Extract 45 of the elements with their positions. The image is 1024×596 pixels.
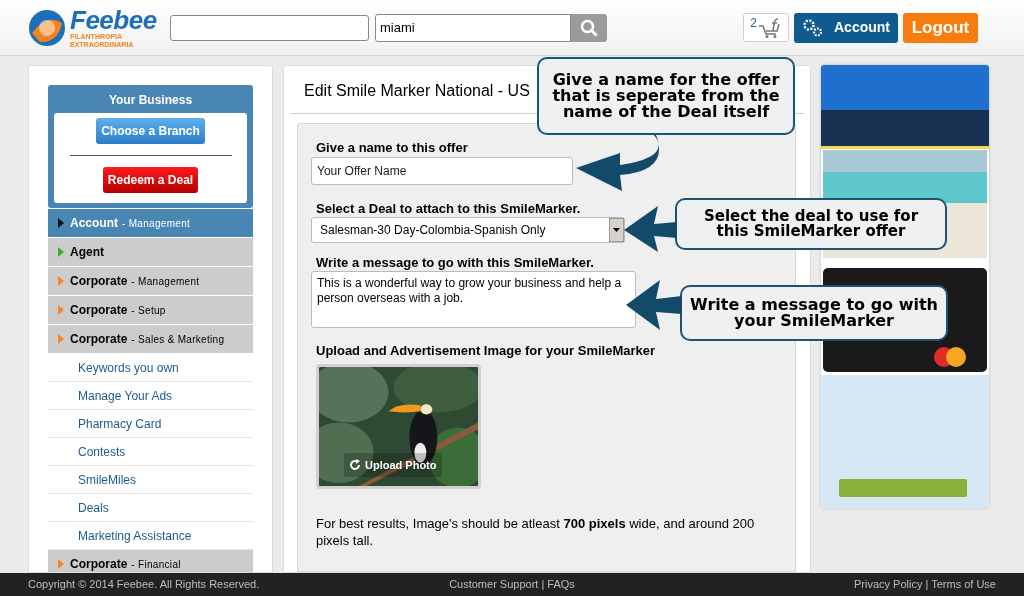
page-title: Edit Smile Marker National - US <box>304 81 530 101</box>
upload-photo-button[interactable]: Upload Photo <box>344 453 442 477</box>
search-field[interactable] <box>170 14 369 41</box>
offer-name-field[interactable]: Your Offer Name <box>311 157 573 185</box>
gears-icon <box>802 17 824 38</box>
nav-item[interactable]: Corporate - Financial <box>48 550 253 572</box>
cart-icon <box>757 16 782 39</box>
sidebar-link[interactable]: SmileMiles <box>78 470 136 489</box>
callout-bubble: Select the deal to use for this SmileMarker offer <box>675 198 947 250</box>
left-arrow-icon <box>626 280 682 330</box>
nav-item[interactable]: Account - Management <box>48 209 253 237</box>
sidebar-link[interactable]: Marketing Assistance <box>78 526 192 545</box>
location-field[interactable]: miami <box>375 13 571 42</box>
search-button[interactable] <box>571 13 607 42</box>
field-label: Write a message to go with this SmileMarker. <box>315 255 594 271</box>
dropdown-caret-icon <box>609 218 624 242</box>
sidebar-link[interactable]: Deals <box>78 498 109 517</box>
copyright-text: Copyright © 2014 Feebee. All Rights Reserved. <box>28 577 261 593</box>
callout-bubble: Give a name for the offer that is seperate from the name of the Deal itself <box>537 57 795 135</box>
field-label: Upload and Advertisement Image for your SmileMarker <box>315 343 657 359</box>
sidebar-link[interactable]: Keywords you own <box>78 358 179 377</box>
globe-logo-icon <box>28 8 66 47</box>
redeem-deal-button[interactable]: Redeem a Deal <box>102 167 199 193</box>
business-box-title: Your Business <box>107 93 194 107</box>
callout-bubble: Write a message to go with your SmileMarker <box>680 285 948 341</box>
refresh-icon <box>349 459 361 471</box>
nav-item[interactable]: Corporate - Setup <box>48 296 253 324</box>
legal-links[interactable]: Privacy Policy | Terms of Use <box>696 576 996 593</box>
field-label: Select a Deal to attach to this SmileMarker. <box>315 201 581 217</box>
sidebar-link[interactable]: Manage Your Ads <box>78 386 173 405</box>
support-links[interactable]: Customer Support | FAQs <box>449 576 575 593</box>
search-icon <box>580 18 598 37</box>
nav-item[interactable]: Corporate - Management <box>48 267 253 295</box>
message-field[interactable]: This is a wonderful way to grow your business and help a person overseas with a job. <box>311 271 636 328</box>
image-size-hint: For best results, Image's should be atleast 700 pixels wide, and around 200 pixels tall. <box>315 515 756 549</box>
sidebar-link[interactable]: Contests <box>78 442 126 461</box>
left-arrow-icon <box>624 206 677 252</box>
logo-wordmark[interactable]: Feebee <box>70 6 157 33</box>
deal-dropdown[interactable]: Salesman-30 Day-Colombia-Spanish Only <box>311 217 625 243</box>
nav-item[interactable]: Corporate - Sales & Marketing <box>48 325 253 353</box>
account-button[interactable]: Account <box>794 12 898 43</box>
field-label: Give a name to this offer <box>315 140 469 156</box>
sidebar-link[interactable]: Pharmacy Card <box>78 414 162 433</box>
cart-button[interactable]: 2 <box>743 13 789 42</box>
nav-item[interactable]: Agent <box>48 238 253 266</box>
